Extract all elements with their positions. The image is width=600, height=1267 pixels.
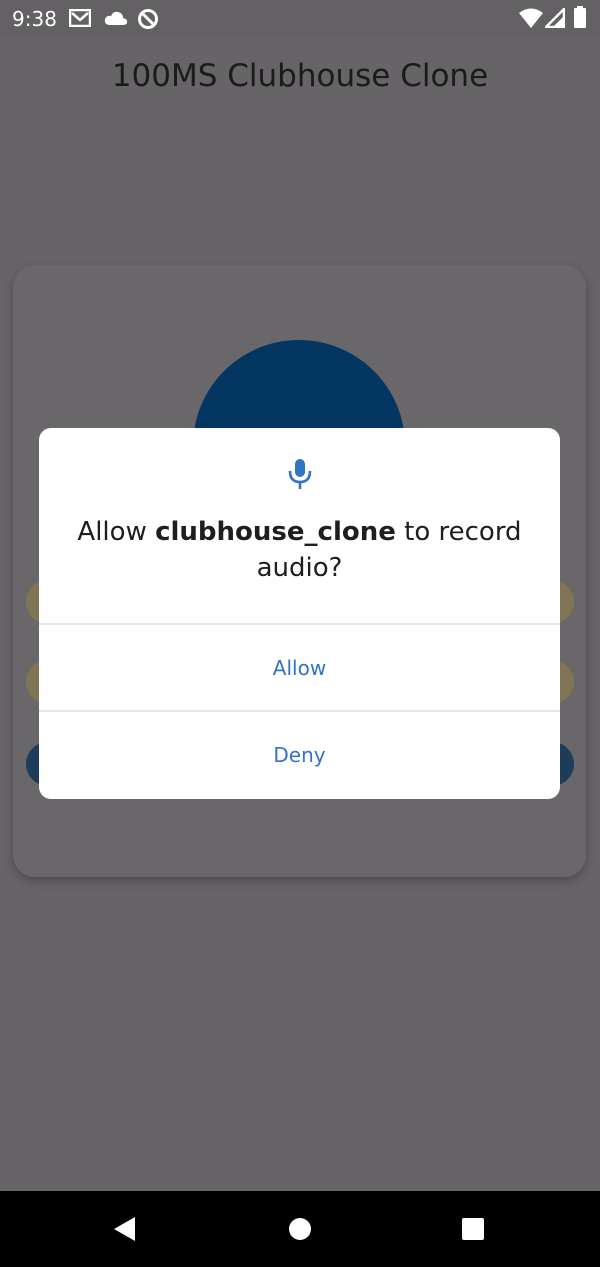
back-icon[interactable]: [113, 1216, 137, 1242]
page-title: 100MS Clubhouse Clone: [111, 58, 489, 94]
divider: [39, 710, 560, 712]
home-icon[interactable]: [288, 1217, 312, 1241]
status-bar: 9:38: [0, 0, 600, 36]
recents-icon[interactable]: [461, 1217, 485, 1241]
status-time: 9:38: [12, 7, 57, 31]
microphone-icon: [288, 459, 312, 489]
navigation-bar: [0, 1191, 600, 1267]
permission-message: Allow clubhouse_clone to record audio?: [59, 514, 540, 586]
sync-icon: [138, 9, 158, 29]
gmail-icon: [69, 9, 91, 27]
signal-icon: [545, 8, 565, 28]
app-name: clubhouse_clone: [155, 517, 396, 547]
message-prefix: Allow: [77, 517, 156, 547]
divider: [39, 623, 560, 625]
permission-dialog: Allow clubhouse_clone to record audio? A…: [39, 428, 560, 799]
deny-button[interactable]: Deny: [39, 713, 560, 797]
cloud-icon: [104, 11, 128, 25]
allow-button[interactable]: Allow: [39, 626, 560, 710]
battery-icon: [574, 6, 586, 28]
wifi-icon: [519, 8, 543, 28]
